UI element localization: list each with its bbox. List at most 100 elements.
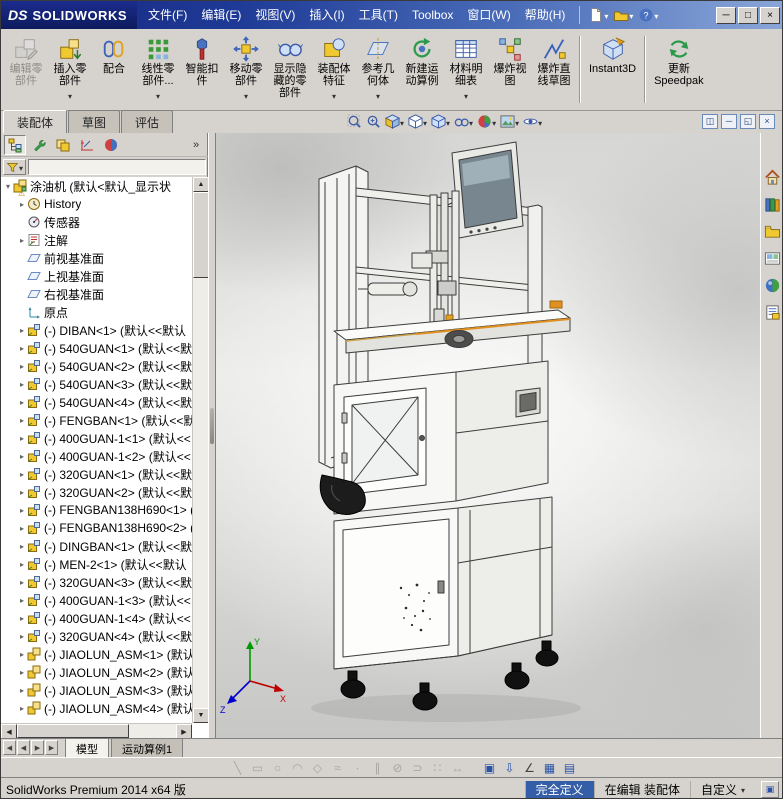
view-cube-icon[interactable]: ▣: [481, 759, 498, 776]
update-speedpak-button[interactable]: 更新 Speedpak: [649, 31, 709, 108]
doc-restore-button[interactable]: ◱: [740, 114, 756, 129]
exploded-view-button[interactable]: 爆炸视 图: [488, 31, 532, 108]
tree-item[interactable]: 原点: [1, 303, 192, 321]
tree-item[interactable]: (-) DIBAN<1> (默认<<默认: [1, 321, 192, 339]
explode-line-sketch-button[interactable]: 爆炸直 线草图: [532, 31, 576, 108]
bill-of-materials-button[interactable]: 材料明 细表: [444, 31, 488, 108]
tree-item[interactable]: (-) 400GUAN-1<2> (默认<<: [1, 447, 192, 465]
menu-item[interactable]: 编辑(E): [194, 1, 248, 29]
assembly-3d-model[interactable]: Y X Z: [216, 133, 760, 738]
tree-item[interactable]: (-) 320GUAN<3> (默认<<默: [1, 573, 192, 591]
scroll-right-button[interactable]: [176, 724, 192, 739]
sketch-rectangle-icon[interactable]: ▭: [249, 759, 266, 776]
measure-icon[interactable]: ∠: [521, 759, 538, 776]
tree-item[interactable]: 右视基准面: [1, 285, 192, 303]
design-library-button[interactable]: [763, 194, 783, 214]
tree-item[interactable]: (-) JIAOLUN_ASM<3> (默认: [1, 681, 192, 699]
zoom-to-fit-button[interactable]: [346, 113, 363, 130]
assembly-features-button[interactable]: 装配体 特征: [312, 31, 356, 108]
tree-item[interactable]: (-) 400GUAN-1<1> (默认<<: [1, 429, 192, 447]
mate-button[interactable]: 配合: [92, 31, 136, 108]
move-component-button[interactable]: 移动零 部件: [224, 31, 268, 108]
sketch-offset-icon[interactable]: ⊃: [409, 759, 426, 776]
tree-item[interactable]: (-) 540GUAN<2> (默认<<默: [1, 357, 192, 375]
toolbar-separator[interactable]: [469, 759, 478, 776]
doc-window-button[interactable]: ◫: [702, 114, 718, 129]
tree-item[interactable]: (-) 320GUAN<2> (默认<<默: [1, 483, 192, 501]
splitter-grip[interactable]: [210, 408, 214, 444]
menu-item[interactable]: 视图(V): [248, 1, 302, 29]
sketch-mirror-icon[interactable]: ∥: [369, 759, 386, 776]
displaymanager-tab[interactable]: [100, 135, 122, 155]
linear-component-pattern-button[interactable]: 线性零 部件...: [136, 31, 180, 108]
panel-splitter[interactable]: [208, 133, 216, 738]
tab-sketch[interactable]: 草图: [68, 110, 121, 133]
tree-item[interactable]: (-) FENGBAN138H690<1> (: [1, 501, 192, 519]
tree-item[interactable]: (-) 400GUAN-1<4> (默认<<: [1, 609, 192, 627]
sketch-spline-icon[interactable]: ≈: [329, 759, 346, 776]
scrollbar-thumb[interactable]: [193, 192, 209, 278]
sketch-circle-icon[interactable]: ○: [269, 759, 286, 776]
maximize-button[interactable]: □: [738, 6, 758, 24]
spreadsheet-icon[interactable]: ▤: [561, 759, 578, 776]
menu-item[interactable]: 文件(F): [141, 1, 194, 29]
scroll-up-button[interactable]: [193, 177, 209, 192]
first-tab-button[interactable]: ◀: [3, 740, 16, 755]
propertymanager-tab[interactable]: [28, 135, 50, 155]
menu-item[interactable]: 帮助(H): [518, 1, 573, 29]
panel-chevron-icon[interactable]: [189, 137, 203, 153]
zoom-to-area-button[interactable]: [365, 113, 382, 130]
tree-item[interactable]: (-) FENGBAN<1> (默认<<默: [1, 411, 192, 429]
last-tab-button[interactable]: ▶: [45, 740, 58, 755]
tree-item[interactable]: 前视基准面: [1, 249, 192, 267]
tree-item[interactable]: 注解: [1, 231, 192, 249]
tree-item[interactable]: 涂油机 (默认<默认_显示状: [1, 177, 192, 195]
scroll-left-button[interactable]: [1, 724, 17, 739]
custom-properties-button[interactable]: [763, 302, 783, 322]
graphics-area[interactable]: Y X Z: [216, 133, 760, 738]
tab-assembly[interactable]: 装配体: [3, 110, 68, 133]
scroll-down-button[interactable]: [193, 708, 209, 723]
tree-item[interactable]: (-) 540GUAN<1> (默认<<默: [1, 339, 192, 357]
insert-components-button[interactable]: 插入零 部件: [48, 31, 92, 108]
edit-appearance-button[interactable]: [476, 113, 497, 130]
table-icon[interactable]: ▦: [541, 759, 558, 776]
sketch-line-icon[interactable]: ╲: [229, 759, 246, 776]
reference-geometry-button[interactable]: 参考几 何体: [356, 31, 400, 108]
tree-item[interactable]: (-) MEN-2<1> (默认<<默认: [1, 555, 192, 573]
tab-evaluate[interactable]: 评估: [121, 110, 174, 133]
sketch-arc-icon[interactable]: ◠: [289, 759, 306, 776]
sketch-pattern-icon[interactable]: ∷: [429, 759, 446, 776]
tree-horizontal-scrollbar[interactable]: [1, 723, 192, 739]
doc-minimize-button[interactable]: ─: [721, 114, 737, 129]
dimxpertmanager-tab[interactable]: [76, 135, 98, 155]
previous-tab-button[interactable]: ◀: [17, 740, 30, 755]
tree-item[interactable]: (-) 400GUAN-1<3> (默认<<: [1, 591, 192, 609]
hide-show-items-button[interactable]: [453, 113, 474, 130]
tree-item[interactable]: History: [1, 195, 192, 213]
edit-component-button[interactable]: 编辑零 部件: [4, 31, 48, 108]
appearances-scenes-button[interactable]: [763, 275, 783, 295]
tree-item[interactable]: (-) JIAOLUN_ASM<2> (默认: [1, 663, 192, 681]
new-document-button[interactable]: [587, 6, 609, 24]
customize-menu[interactable]: 自定义: [689, 780, 755, 798]
minimize-button[interactable]: ─: [716, 6, 736, 24]
tree-vertical-scrollbar[interactable]: [192, 177, 209, 723]
tree-item[interactable]: (-) FENGBAN138H690<2> (: [1, 519, 192, 537]
tree-item[interactable]: (-) 320GUAN<4> (默认<<默: [1, 627, 192, 645]
instant3d-button[interactable]: Instant3D: [584, 31, 641, 108]
tree-item[interactable]: (-) 540GUAN<3> (默认<<默: [1, 375, 192, 393]
filter-field[interactable]: [28, 159, 206, 175]
section-view-button[interactable]: [384, 113, 405, 130]
quick-tips-icon[interactable]: ▣: [761, 780, 779, 798]
configurationmanager-tab[interactable]: [52, 135, 74, 155]
solidworks-resources-button[interactable]: [763, 167, 783, 187]
help-button[interactable]: [637, 6, 659, 24]
close-button[interactable]: ×: [760, 6, 780, 24]
sketch-dimension-icon[interactable]: ↔: [449, 759, 466, 776]
filter-funnel-button[interactable]: [3, 159, 27, 175]
apply-scene-button[interactable]: [499, 113, 520, 130]
file-explorer-button[interactable]: [763, 221, 783, 241]
definition-status[interactable]: 完全定义: [524, 780, 594, 798]
menu-item[interactable]: 窗口(W): [460, 1, 517, 29]
